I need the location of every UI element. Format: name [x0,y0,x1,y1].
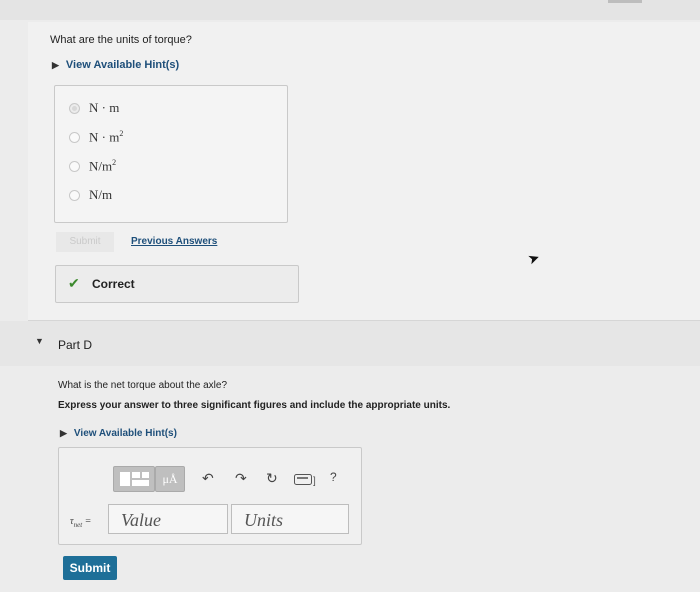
part-c-hint-toggle[interactable]: ▶ View Available Hint(s) [52,59,179,71]
choice-option[interactable]: N/m2 [69,158,116,174]
previous-answers-link[interactable]: Previous Answers [131,236,217,247]
units-input[interactable]: Units [231,504,349,534]
triangle-right-icon: ▶ [60,428,67,438]
templates-icon [120,472,149,486]
result-box: ✔ Correct [55,265,299,303]
hint-label: View Available Hint(s) [65,59,180,71]
part-d-title: Part D [58,338,93,352]
submit-button-disabled: Submit [56,232,114,252]
variable-label: τnet = [70,516,92,529]
radio-button[interactable] [69,160,80,172]
reset-icon[interactable]: ↻ [266,470,278,487]
part-d-question: What is the net torque about the axle? [58,380,227,391]
checkmark-icon: ✔ [68,275,80,291]
triangle-down-icon[interactable]: ▼ [35,336,44,346]
part-c-question: What are the units of torque? [50,34,192,46]
choice-list: N · m N · m2 N/m2 N/m [54,85,288,223]
radio-button[interactable] [69,189,80,201]
triangle-right-icon: ▶ [52,60,59,70]
value-input[interactable]: Value [108,504,228,534]
redo-icon[interactable]: ↷ [235,470,247,487]
templates-button[interactable] [113,466,155,492]
radio-button[interactable] [69,131,80,143]
part-d-instruction: Express your answer to three significant… [58,400,451,411]
choice-option[interactable]: N · m [69,100,119,116]
help-button[interactable]: ? [330,470,337,484]
svg-text:]: ] [313,476,316,486]
undo-icon[interactable]: ↶ [202,470,214,487]
hint-label: View Available Hint(s) [73,428,177,439]
keyboard-icon[interactable]: ] [294,473,318,489]
units-button[interactable]: μÅ [155,466,185,492]
choice-option[interactable]: N/m [69,187,112,203]
top-bar [0,0,700,20]
choice-option[interactable]: N · m2 [69,129,123,145]
radio-button-selected[interactable] [69,102,80,114]
top-bar-indicator [608,0,642,3]
submit-button[interactable]: Submit [63,556,117,580]
result-label: Correct [92,277,135,291]
part-d-header[interactable] [0,321,700,366]
part-d-hint-toggle[interactable]: ▶ View Available Hint(s) [60,428,177,439]
